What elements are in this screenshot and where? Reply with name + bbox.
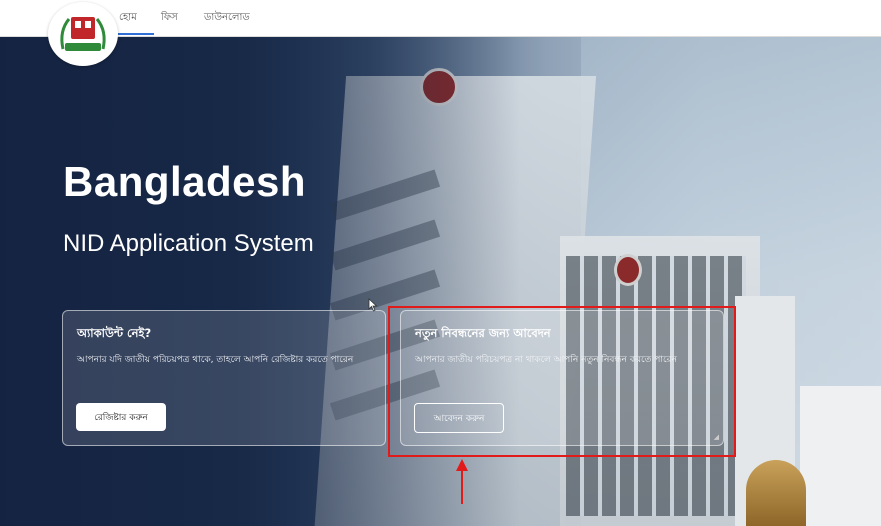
- nav-fees[interactable]: ফিস: [161, 10, 178, 27]
- annotation-arrow-shaft: [461, 468, 463, 504]
- annotation-highlight-box: [388, 306, 736, 457]
- page-title: Bangladesh: [63, 158, 307, 205]
- election-commission-logo[interactable]: [48, 2, 118, 66]
- statue-photo: [746, 460, 806, 526]
- active-nav-indicator: [118, 33, 154, 35]
- mouse-pointer-icon: [368, 298, 378, 312]
- logo-emblem-icon: [60, 17, 106, 51]
- register-button[interactable]: রেজিষ্টার করুন: [76, 403, 166, 431]
- nav-home[interactable]: হোম: [119, 10, 137, 27]
- page-subtitle: NID Application System: [63, 230, 314, 257]
- building-photo-low: [800, 386, 881, 526]
- nav-download[interactable]: ডাউনলোড: [204, 10, 250, 27]
- register-card-description: আপনার যদি জাতীয় পরিচয়পত্র থাকে, তাহলে …: [77, 355, 354, 365]
- building-emblem-small: [614, 254, 642, 286]
- top-navbar: হোম ফিস ডাউনলোড: [0, 0, 881, 37]
- register-card: অ্যাকাউন্ট নেই? আপনার যদি জাতীয় পরিচয়প…: [62, 310, 386, 446]
- register-card-title: অ্যাকাউন্ট নেই?: [77, 326, 152, 340]
